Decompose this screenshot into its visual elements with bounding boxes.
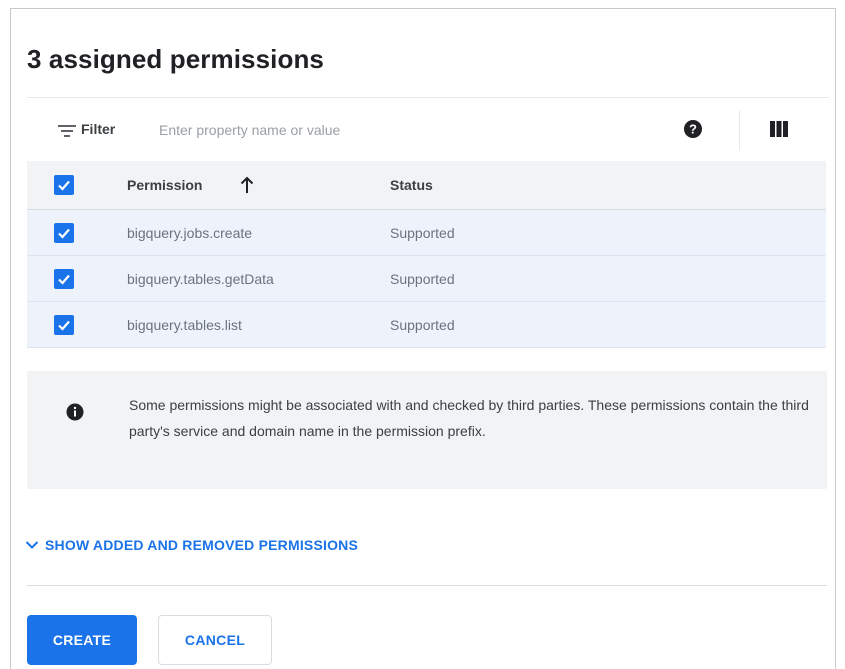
select-all-checkbox[interactable] — [54, 175, 74, 195]
permission-column-header[interactable]: Permission — [127, 177, 202, 193]
status-cell: Supported — [390, 270, 455, 287]
table-row: bigquery.tables.list Supported — [27, 302, 826, 348]
show-added-removed-label: SHOW ADDED AND REMOVED PERMISSIONS — [45, 537, 359, 553]
filter-toolbar: Filter ? — [27, 97, 829, 162]
status-cell: Supported — [390, 316, 455, 333]
row-checkbox[interactable] — [54, 314, 74, 335]
check-icon — [58, 180, 70, 191]
permissions-table: Permission Status bigquery.jobs.create S… — [27, 161, 826, 348]
permission-cell: bigquery.tables.getData — [127, 270, 274, 287]
filter-input[interactable] — [157, 116, 581, 144]
table-row: bigquery.jobs.create Supported — [27, 210, 826, 256]
table-header-row: Permission Status — [27, 161, 826, 210]
create-button[interactable]: CREATE — [27, 615, 137, 665]
status-column-header[interactable]: Status — [390, 177, 433, 193]
toolbar-divider — [739, 110, 740, 150]
show-added-removed-link[interactable]: SHOW ADDED AND REMOVED PERMISSIONS — [25, 537, 358, 553]
permission-cell: bigquery.jobs.create — [127, 224, 253, 241]
permission-cell: bigquery.tables.list — [127, 316, 242, 333]
sort-ascending-icon[interactable] — [239, 176, 255, 194]
dialog-title: 3 assigned permissions — [27, 44, 324, 74]
footer-divider — [27, 585, 827, 586]
info-banner: Some permissions might be associated wit… — [27, 371, 827, 489]
check-icon — [58, 274, 70, 285]
check-icon — [58, 228, 70, 239]
column-display-icon[interactable] — [769, 120, 789, 138]
filter-icon[interactable] — [58, 124, 76, 138]
info-text: Some permissions might be associated wit… — [129, 397, 809, 439]
help-circle-icon[interactable]: ? — [683, 119, 703, 139]
svg-text:?: ? — [689, 122, 697, 137]
row-checkbox[interactable] — [54, 268, 74, 289]
chevron-down-icon — [25, 541, 39, 549]
cancel-button[interactable]: CANCEL — [158, 615, 272, 665]
filter-label: Filter — [81, 121, 116, 137]
table-row: bigquery.tables.getData Supported — [27, 256, 826, 302]
info-icon — [66, 403, 84, 421]
check-icon — [58, 320, 70, 331]
row-checkbox[interactable] — [54, 222, 74, 243]
status-cell: Supported — [390, 224, 455, 241]
